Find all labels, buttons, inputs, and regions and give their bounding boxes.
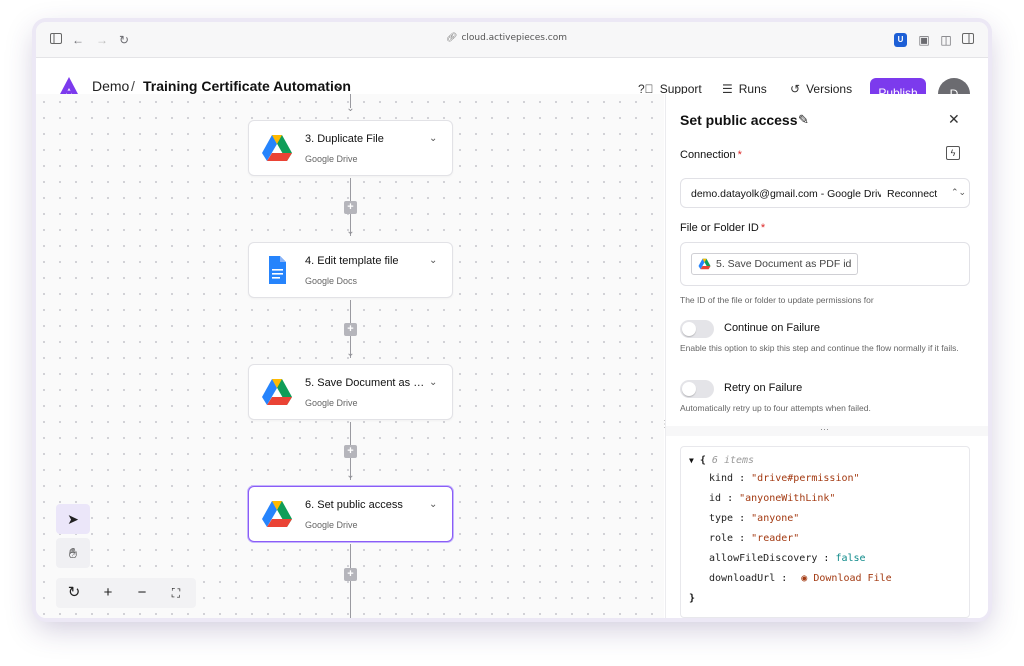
pointer-icon: ➤ [67,511,79,527]
pan-tool-button[interactable]: ✋︎ [56,538,90,568]
extension-icon[interactable]: ▣ [916,32,932,48]
file-id-help: The ID of the file or folder to update p… [680,295,874,305]
json-close: } [689,593,696,604]
browser-toolbar: ← → ↻ 🔗︎ cloud.activepieces.com U ▣ ◫ [36,22,988,58]
step-title: 6. Set public access [305,499,403,511]
step-output-viewer: ▼ { 6 items kind : "drive#permission" id… [680,446,970,618]
drag-handle-icon: ⋯ [820,424,829,434]
chevron-down-icon[interactable]: ⌄ [334,78,344,92]
add-step-button[interactable]: + [344,323,357,336]
step-subtitle: Google Docs [305,276,358,286]
arrow-down-icon: ⌄ [346,103,355,114]
breadcrumb-project[interactable]: Demo [92,78,129,94]
json-root[interactable]: ▼ { 6 items [689,455,754,466]
google-drive-icon [262,379,292,405]
continue-on-failure-toggle[interactable] [680,320,714,338]
continue-on-failure-help: Enable this option to skip this step and… [680,343,959,353]
connector-line [350,544,351,618]
flow-step-duplicate-file[interactable]: 3. Duplicate File Google Drive ⌄ [248,120,453,176]
password-manager-icon[interactable]: U [894,33,907,47]
arrow-down-icon: ⌄ [346,470,355,481]
reset-view-icon[interactable]: ↻ [62,582,86,604]
google-drive-icon [698,258,711,270]
json-row: id : "anyoneWithLink" [709,493,836,504]
download-file-link[interactable]: ◉ Download File [801,573,891,584]
json-row: kind : "drive#permission" [709,473,860,484]
retry-on-failure-toggle[interactable] [680,380,714,398]
dynamic-value-icon[interactable]: ϟ [946,146,960,160]
step-reference-chip[interactable]: 5. Save Document as PDF id [691,253,859,275]
json-row: allowFileDiscovery : false [709,553,866,564]
panel-split-handle[interactable]: ⋯ [666,424,988,436]
fit-view-icon[interactable]: ⛶ [164,582,188,604]
back-icon[interactable]: ← [70,32,86,48]
add-step-button[interactable]: + [344,445,357,458]
google-docs-icon [269,256,286,284]
item-count: 6 items [711,455,755,466]
forward-icon[interactable]: → [94,32,110,48]
arrow-down-icon: ⌄ [346,226,355,237]
chevron-down-icon[interactable]: ⌄ [429,255,437,266]
file-id-label: File or Folder ID * [680,222,766,234]
connection-select[interactable]: demo.datayolk@gmail.com - Google Drive R… [680,178,970,208]
connection-label: Connection * [680,149,742,161]
close-icon[interactable]: ✕ [948,111,960,128]
panel-title: Set public access [680,112,798,128]
zoom-in-icon[interactable]: + [96,582,120,604]
retry-on-failure-help: Automatically retry up to four attempts … [680,403,871,413]
json-row: downloadUrl : ◉ Download File [709,573,892,584]
chevron-updown-icon: ⌃⌄ [951,187,967,197]
continue-on-failure-label: Continue on Failure [724,322,821,334]
reconnect-button[interactable]: Reconnect [887,188,937,200]
add-step-button[interactable]: + [344,568,357,581]
google-drive-icon [262,501,292,527]
chevron-down-icon[interactable]: ⌄ [429,133,437,144]
google-drive-icon [262,135,292,161]
pencil-icon[interactable]: ✎ [798,112,809,128]
sidebar-toggle-icon[interactable] [48,32,64,48]
step-settings-panel: Set public access ✎ ✕ Connection * ϟ demo… [665,94,988,618]
select-tool-button[interactable]: ➤ [56,504,90,534]
step-title: 4. Edit template file [305,255,399,267]
zoom-controls: ↻ + − ⛶ [56,578,196,608]
link-icon: 🔗︎ [446,33,458,43]
flow-title[interactable]: Training Certificate Automation [143,78,351,94]
connection-value: demo.datayolk@gmail.com - Google Drive [691,188,881,200]
caret-down-icon[interactable]: ▼ [689,456,694,465]
step-title: 3. Duplicate File [305,133,384,145]
step-subtitle: Google Drive [305,398,358,408]
split-view-icon[interactable] [960,32,976,48]
breadcrumb-separator: / [131,78,135,94]
eye-icon: ◉ [801,573,808,584]
reload-icon[interactable]: ↻ [116,32,132,48]
flow-step-edit-template[interactable]: 4. Edit template file Google Docs ⌄ [248,242,453,298]
json-row: role : "reader" [709,533,800,544]
chevron-down-icon[interactable]: ⌄ [429,377,437,388]
reader-icon[interactable]: ◫ [938,32,954,48]
hand-icon: ✋︎ [69,545,77,561]
arrow-down-icon: ⌄ [346,348,355,359]
flow-step-save-as-pdf[interactable]: 5. Save Document as PDF Google Drive ⌄ [248,364,453,420]
flow-canvas[interactable]: ⌄ 3. Duplicate File Google Drive ⌄ + ⌄ 4… [36,94,670,618]
flow-step-set-public-access[interactable]: 6. Set public access Google Drive ⌄ [248,486,453,542]
add-step-button[interactable]: + [344,201,357,214]
url-text: cloud.activepieces.com [461,33,568,43]
browser-window: ← → ↻ 🔗︎ cloud.activepieces.com U ▣ ◫ Dem… [36,22,988,618]
file-id-input[interactable]: 5. Save Document as PDF id [680,242,970,286]
step-subtitle: Google Drive [305,520,358,530]
json-row: type : "anyone" [709,513,800,524]
retry-on-failure-label: Retry on Failure [724,382,803,394]
step-title: 5. Save Document as PDF [305,377,425,389]
address-bar[interactable]: 🔗︎ cloud.activepieces.com [446,33,567,43]
step-subtitle: Google Drive [305,154,358,164]
zoom-out-icon[interactable]: − [130,582,154,604]
chevron-down-icon[interactable]: ⌄ [429,499,437,510]
